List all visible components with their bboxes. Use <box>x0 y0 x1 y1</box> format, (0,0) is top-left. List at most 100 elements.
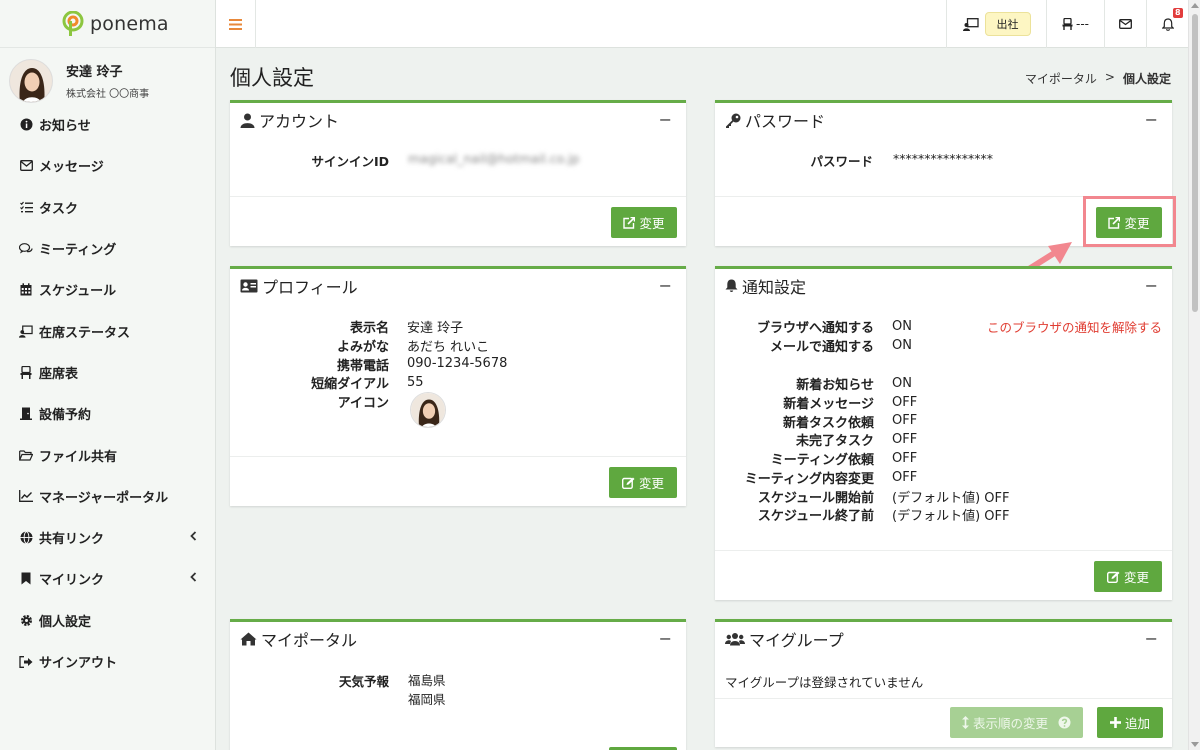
profile-row: 表示名 安達 玲子 <box>230 317 507 336</box>
sidebar-item-manager-portal[interactable]: マネージャーポータル <box>0 476 215 517</box>
sidebar-item-seating[interactable]: 座席表 <box>0 352 215 393</box>
sidebar-item-label: スケジュール <box>39 284 117 300</box>
collapse-icon[interactable]: − <box>1145 629 1158 648</box>
avatar[interactable] <box>9 58 53 103</box>
sidebar-item-signout[interactable]: サインアウト <box>0 641 215 682</box>
card-footer <box>230 196 686 197</box>
sidebar-item-settings[interactable]: 個人設定 <box>0 600 215 641</box>
sidebar-item-files[interactable]: ファイル共有 <box>0 434 215 475</box>
user-box: 安達 玲子 株式会社 〇〇商事 <box>0 48 215 104</box>
setting-label: ブラウザへ通知する <box>756 320 874 336</box>
sidebar-item-tasks[interactable]: タスク <box>0 187 215 228</box>
sidebar-item-news[interactable]: お知らせ <box>0 104 215 145</box>
scrollbar-thumb[interactable] <box>1192 14 1198 312</box>
bookmark-icon <box>19 572 33 586</box>
card-footer <box>715 550 1172 551</box>
sidebar-item-label: 個人設定 <box>39 614 92 630</box>
notification-row: 新着タスク依頼 OFF <box>715 412 1009 430</box>
mygroup-card-title: マイグループ <box>749 631 844 650</box>
plus-icon <box>1109 717 1121 728</box>
account-change-button[interactable]: 変更 <box>611 207 677 238</box>
button-label: 変更 <box>639 216 665 231</box>
messages-button[interactable] <box>1104 0 1146 48</box>
notifications-button[interactable]: 8 <box>1146 0 1188 48</box>
sidebar-item-facility[interactable]: 設備予約 <box>0 393 215 434</box>
chart-line-icon <box>19 489 33 503</box>
comments-icon <box>19 242 33 256</box>
sidebar-item-schedule[interactable]: スケジュール <box>0 269 215 310</box>
presence-icon <box>19 324 33 338</box>
button-label: 追加 <box>1124 716 1150 731</box>
setting-label: 新着メッセージ <box>783 396 874 412</box>
sidebar-item-messages[interactable]: メッセージ <box>0 145 215 186</box>
hamburger-icon <box>229 18 242 30</box>
collapse-icon[interactable]: − <box>659 629 672 648</box>
key-icon <box>725 113 741 128</box>
collapse-icon[interactable]: − <box>1145 276 1158 295</box>
setting-label: 未完了タスク <box>795 434 874 450</box>
profile-row: 短縮ダイアル 55 <box>230 373 507 392</box>
user-icon <box>240 113 255 128</box>
presence-icon <box>962 17 979 31</box>
notification-row: 未完了タスク OFF <box>715 430 1009 449</box>
breadcrumb-current: 個人設定 <box>1122 72 1171 86</box>
notification-row: スケジュール開始前 (デフォルト値) OFF <box>715 487 1010 506</box>
signin-id-label: サインインID <box>311 154 389 169</box>
revoke-browser-notification-link[interactable]: このブラウザの通知を解除する <box>987 317 1162 336</box>
collapse-icon[interactable]: − <box>1145 110 1158 129</box>
field-label: 短縮ダイアル <box>311 377 389 393</box>
sidebar-item-presence[interactable]: 在席ステータス <box>0 310 215 351</box>
ponema-logo-icon <box>62 10 84 37</box>
scroll-down-arrow-icon[interactable] <box>1191 742 1199 747</box>
topbar: 出社 --- 8 <box>216 0 1188 48</box>
presence-status-button[interactable]: 出社 <box>946 0 1046 48</box>
app-logo[interactable]: ponema <box>0 0 215 48</box>
profile-card-title: プロフィール <box>262 278 358 297</box>
field-label: よみがな <box>336 339 389 355</box>
edit-icon <box>621 477 635 489</box>
chair-icon <box>19 365 33 379</box>
signin-id-value: magical_nail@hotmail.co.jp <box>408 151 580 166</box>
page-scrollbar[interactable] <box>1188 0 1200 750</box>
notification-row: ブラウザへ通知する ON <box>715 317 912 336</box>
myportal-card-title: マイポータル <box>261 631 358 650</box>
profile-row: よみがな あだち れいこ <box>230 336 507 355</box>
seat-button[interactable]: --- <box>1046 0 1104 48</box>
sidebar-item-shared-links[interactable]: 共有リンク <box>0 517 215 558</box>
notification-change-button[interactable]: 変更 <box>1094 561 1162 592</box>
collapse-icon[interactable]: − <box>659 110 672 129</box>
setting-value: ON <box>892 337 912 353</box>
profile-change-button[interactable]: 変更 <box>609 467 677 498</box>
add-group-button[interactable]: 追加 <box>1097 707 1163 738</box>
password-card-title: パスワード <box>745 112 826 131</box>
profile-row: 携帯電話 090-1234-5678 <box>230 355 507 373</box>
breadcrumb-link-myportal[interactable]: マイポータル <box>1025 70 1097 87</box>
calendar-icon <box>19 283 33 297</box>
weather-prefecture: 福岡県 <box>408 692 446 707</box>
reorder-button[interactable]: 表示順の変更 <box>950 707 1083 738</box>
button-label: 変更 <box>638 476 664 491</box>
field-value: 55 <box>407 375 424 391</box>
collapse-icon[interactable]: − <box>659 276 672 295</box>
status-badge: 出社 <box>984 12 1031 36</box>
sidebar: ponema 安達 玲子 株式会社 〇〇商事 お知らせ メッセージ タスク ミー… <box>0 0 216 750</box>
account-card: アカウント − サインインID magical_nail@hotmail.co.… <box>230 100 686 246</box>
sidebar-item-label: お知らせ <box>39 119 91 135</box>
setting-value: OFF <box>892 413 918 429</box>
setting-label: ミーティング内容変更 <box>744 471 874 487</box>
weather-prefecture: 福島県 <box>408 673 446 688</box>
sidebar-item-label: 在席ステータス <box>39 325 131 341</box>
notification-card-title: 通知設定 <box>742 278 807 297</box>
field-label: 表示名 <box>349 320 389 336</box>
sidebar-item-label: 座席表 <box>39 366 79 382</box>
sidebar-item-label: マネージャーポータル <box>39 490 169 506</box>
gear-icon <box>19 613 33 627</box>
sidebar-item-my-links[interactable]: マイリンク <box>0 558 215 599</box>
sidebar-item-label: タスク <box>39 201 79 217</box>
sidebar-item-meetings[interactable]: ミーティング <box>0 228 215 269</box>
scroll-up-arrow-icon[interactable] <box>1191 3 1199 8</box>
button-label: 変更 <box>1123 570 1149 585</box>
menu-toggle-button[interactable] <box>216 0 256 48</box>
sidebar-item-label: 設備予約 <box>39 408 92 424</box>
tasklist-icon <box>19 200 33 214</box>
